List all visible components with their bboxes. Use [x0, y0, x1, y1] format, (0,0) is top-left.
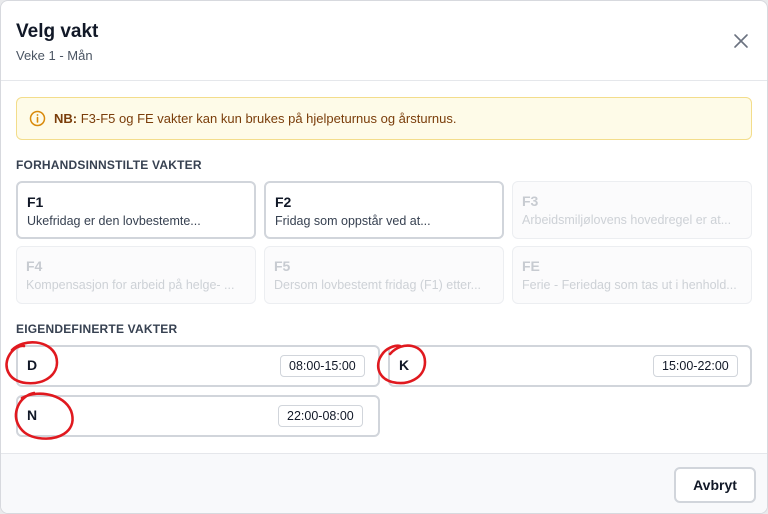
dialog-footer: Avbryt	[1, 453, 767, 513]
shift-time-badge: 22:00-08:00	[278, 405, 363, 427]
preset-shift-f2[interactable]: F2 Fridag som oppstår ved at...	[264, 181, 504, 239]
shift-description: Dersom lovbestemt fridag (F1) etter...	[274, 278, 482, 292]
dialog-title: Velg vakt	[16, 21, 99, 42]
notice-text: NB: F3-F5 og FE vakter kan kun brukes på…	[54, 111, 456, 126]
shift-description: Arbeidsmiljølovens hovedregel er at...	[522, 213, 732, 227]
cancel-button[interactable]: Avbryt	[674, 467, 756, 503]
shift-code: N	[27, 407, 38, 423]
shift-code: K	[399, 357, 410, 373]
preset-shift-f3: F3 Arbeidsmiljølovens hovedregel er at..…	[512, 181, 752, 239]
preset-shift-f5: F5 Dersom lovbestemt fridag (F1) etter..…	[264, 246, 504, 304]
shift-code: F5	[274, 258, 291, 274]
preset-shift-f4: F4 Kompensasjon for arbeid på helge- ...	[16, 246, 256, 304]
select-shift-dialog: Velg vakt Veke 1 - Mån NB: F3-F5 og FE v…	[0, 0, 768, 514]
shift-code: F2	[275, 194, 292, 210]
shift-code: D	[27, 357, 38, 373]
custom-shift-k[interactable]: K 15:00-22:00	[388, 345, 752, 387]
shift-code: F4	[26, 258, 43, 274]
custom-shift-d[interactable]: D 08:00-15:00	[16, 345, 380, 387]
shift-time-badge: 08:00-15:00	[280, 355, 365, 377]
close-icon[interactable]	[731, 31, 751, 51]
info-notice: NB: F3-F5 og FE vakter kan kun brukes på…	[16, 97, 752, 140]
shift-description: Ferie - Feriedag som tas ut i henhold...	[522, 278, 737, 292]
shift-code: F1	[27, 194, 44, 210]
dialog-header: Velg vakt Veke 1 - Mån	[1, 1, 767, 81]
preset-shift-fe: FE Ferie - Feriedag som tas ut i henhold…	[512, 246, 752, 304]
shift-description: Ukefridag er den lovbestemte...	[27, 214, 201, 228]
notice-prefix: NB:	[54, 111, 78, 126]
preset-shift-f1[interactable]: F1 Ukefridag er den lovbestemte...	[16, 181, 256, 239]
shift-time-badge: 15:00-22:00	[653, 355, 738, 377]
info-icon	[29, 110, 46, 127]
dialog-subtitle: Veke 1 - Mån	[16, 48, 93, 63]
preset-shifts-heading: FORHANDSINNSTILTE VAKTER	[16, 158, 202, 172]
shift-code: F3	[522, 193, 539, 209]
shift-description: Fridag som oppstår ved at...	[275, 214, 431, 228]
shift-description: Kompensasjon for arbeid på helge- ...	[26, 278, 235, 292]
shift-code: FE	[522, 258, 540, 274]
custom-shift-n[interactable]: N 22:00-08:00	[16, 395, 380, 437]
notice-message: F3-F5 og FE vakter kan kun brukes på hje…	[77, 111, 457, 126]
custom-shifts-heading: EIGENDEFINERTE VAKTER	[16, 322, 178, 336]
